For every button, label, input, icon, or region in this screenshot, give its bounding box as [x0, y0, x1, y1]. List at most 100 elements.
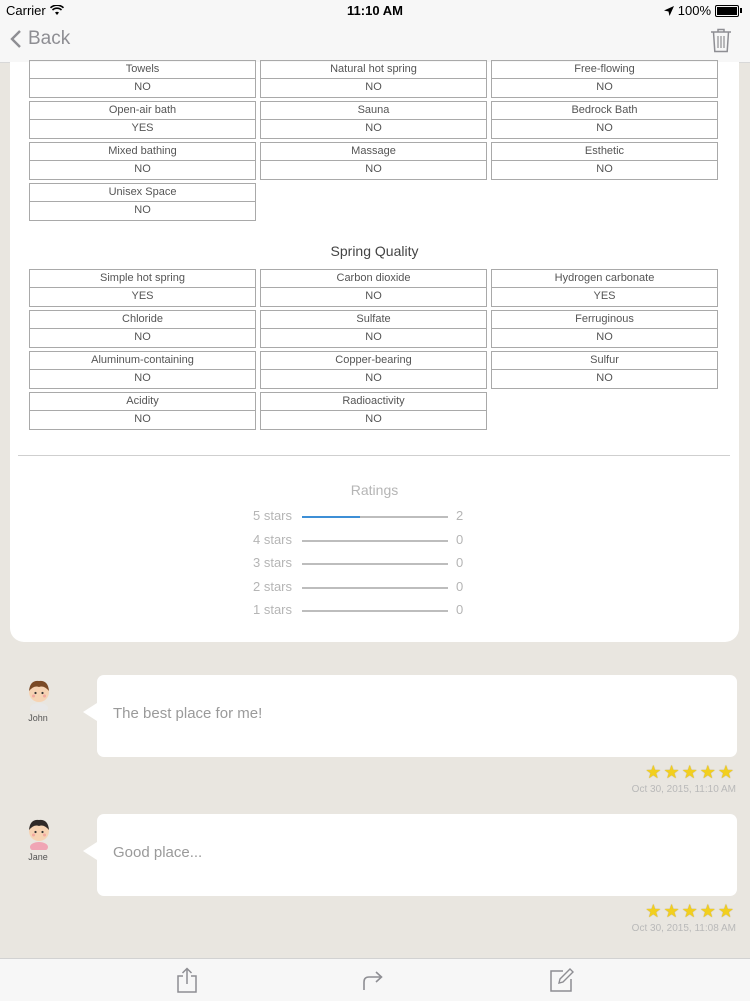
attribute-cell: Natural hot spring NO — [260, 60, 487, 98]
rating-count: 0 — [456, 602, 464, 617]
rating-label: 3 stars — [252, 555, 292, 570]
attribute-label: Mixed bathing — [29, 142, 256, 161]
attribute-label: Natural hot spring — [260, 60, 487, 79]
bottom-toolbar — [0, 958, 750, 1001]
trash-button[interactable] — [710, 27, 732, 58]
attribute-label: Ferruginous — [491, 310, 718, 329]
attribute-cell: Sulfate NO — [260, 310, 487, 348]
star-icon: ★ — [717, 762, 734, 782]
star-icon: ★ — [717, 901, 734, 921]
forward-button[interactable] — [361, 969, 385, 996]
attribute-cell: Acidity NO — [29, 392, 256, 430]
rating-count: 0 — [456, 578, 464, 594]
rating-label: 2 stars — [252, 578, 292, 594]
attribute-label: Acidity — [29, 392, 256, 411]
rating-bar — [302, 563, 448, 565]
star-icon: ★ — [645, 901, 662, 921]
attribute-cell: Free-flowing NO — [491, 60, 718, 98]
attribute-value: NO — [491, 161, 718, 180]
attribute-label: Esthetic — [491, 142, 718, 161]
trash-icon — [711, 28, 731, 53]
share-button[interactable] — [176, 967, 198, 998]
back-button[interactable]: Back — [10, 28, 70, 50]
compose-icon — [550, 968, 574, 992]
rating-label: 4 stars — [252, 531, 292, 547]
attribute-value: NO — [260, 329, 487, 348]
comment-text: Good place... — [113, 844, 203, 861]
rating-row: 2 stars 0 — [240, 579, 480, 597]
attribute-value: NO — [29, 370, 256, 389]
rating-count: 0 — [456, 555, 464, 570]
rating-bar-fill — [302, 516, 361, 518]
comment-bubble: The best place for me! — [83, 675, 737, 757]
avatar — [22, 816, 56, 852]
star-icon: ★ — [663, 762, 680, 782]
attribute-cell: Aluminum-containing NO — [29, 351, 256, 389]
avatar — [22, 677, 56, 713]
navigation-bar: Back — [0, 22, 750, 63]
star-icon: ★ — [663, 901, 680, 921]
attribute-value: NO — [260, 370, 487, 389]
rating-label: 1 stars — [252, 602, 292, 617]
rating-count: 0 — [456, 531, 464, 547]
attribute-cell: Simple hot spring YES — [29, 269, 256, 307]
comment-text: The best place for me! — [113, 705, 263, 722]
attribute-value: YES — [491, 288, 718, 307]
comment-date: Oct 30, 2015, 11:10 AM — [631, 784, 736, 795]
attribute-value: NO — [29, 161, 256, 180]
attribute-cell: Massage NO — [260, 142, 487, 180]
attribute-value: NO — [260, 79, 487, 98]
attribute-value: NO — [491, 329, 718, 348]
rating-row: 4 stars 0 — [240, 532, 480, 550]
compose-button[interactable] — [549, 967, 575, 998]
attribute-value: NO — [260, 288, 487, 307]
attribute-label: Towels — [29, 60, 256, 79]
forward-icon — [363, 971, 383, 990]
comment-date: Oct 30, 2015, 11:08 AM — [631, 923, 736, 934]
attribute-cell: Towels NO — [29, 60, 256, 98]
battery-percent: 100% — [677, 3, 711, 18]
attribute-cell: Radioactivity NO — [260, 392, 487, 430]
person-avatar-icon — [29, 680, 49, 713]
back-label: Back — [28, 28, 71, 49]
location-icon — [663, 5, 674, 16]
attribute-cell: Copper-bearing NO — [260, 351, 487, 389]
attribute-value: NO — [29, 79, 256, 98]
clock: 11:10 AM — [347, 3, 403, 18]
attribute-value: NO — [29, 202, 256, 221]
commenter-name: Jane — [28, 852, 48, 862]
attribute-value: NO — [491, 370, 718, 389]
attribute-label: Sauna — [260, 101, 487, 120]
attribute-label: Copper-bearing — [260, 351, 487, 370]
attribute-label: Sulfur — [491, 351, 718, 370]
attribute-cell: Sauna NO — [260, 101, 487, 139]
rating-row: 1 stars 0 — [240, 602, 480, 620]
attribute-value: YES — [29, 120, 256, 139]
share-icon — [177, 967, 197, 993]
star-icon: ★ — [681, 762, 698, 782]
attribute-label: Simple hot spring — [29, 269, 256, 288]
rating-bar — [302, 539, 448, 542]
section-divider — [18, 455, 730, 456]
attribute-label: Bedrock Bath — [491, 101, 718, 120]
status-bar: Carrier 11:10 AM 100% — [0, 0, 750, 22]
star-icon: ★ — [699, 762, 716, 782]
commenter-name: John — [28, 713, 48, 723]
ratings-title: Ratings — [350, 482, 399, 498]
person-avatar-icon — [29, 819, 49, 852]
attribute-label: Unisex Space — [29, 183, 256, 202]
rating-bar — [302, 516, 448, 518]
attribute-cell: Ferruginous NO — [491, 310, 718, 348]
rating-bar — [302, 610, 448, 612]
attribute-value: NO — [260, 411, 487, 430]
rating-label: 5 stars — [252, 508, 292, 523]
attribute-label: Aluminum-containing — [29, 351, 256, 370]
rating-bar — [302, 586, 448, 589]
star-icon: ★ — [699, 901, 716, 921]
rating-count: 2 — [456, 508, 464, 523]
spring-quality-title: Spring Quality — [330, 243, 419, 259]
details-card: Towels NO Natural hot spring NO Free-flowing… — [10, 60, 739, 642]
attribute-cell: Bedrock Bath NO — [491, 101, 718, 139]
attribute-label: Chloride — [29, 310, 256, 329]
attribute-cell: Mixed bathing NO — [29, 142, 256, 180]
